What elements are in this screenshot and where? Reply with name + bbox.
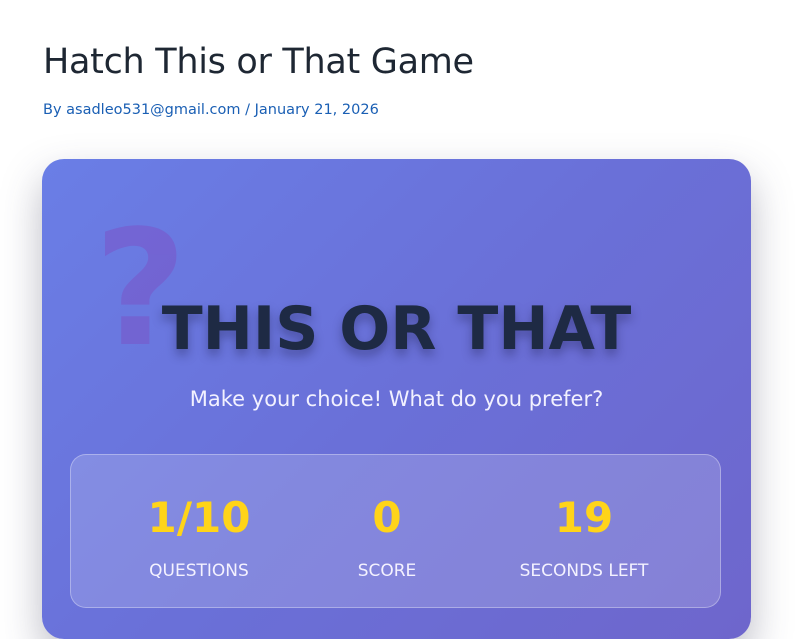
questions-stat: 1/10 QUESTIONS xyxy=(99,455,299,609)
seconds-left-label: SECONDS LEFT xyxy=(519,561,649,581)
post-meta: By asadleo531@gmail.com / January 21, 20… xyxy=(43,102,379,118)
score-stat: 0 SCORE xyxy=(314,455,460,609)
game-title: THIS OR THAT xyxy=(161,294,632,364)
seconds-left-value: 19 xyxy=(554,493,614,542)
questions-label: QUESTIONS xyxy=(149,561,249,581)
post-date-link[interactable]: January 21, 2026 xyxy=(255,102,379,118)
timer-stat: 19 SECONDS LEFT xyxy=(474,455,694,609)
byline-prefix: By xyxy=(43,102,67,118)
game-card: ? THIS OR THAT Make your choice! What do… xyxy=(42,159,751,639)
questions-count: 1/10 xyxy=(147,493,251,542)
stats-panel: 1/10 QUESTIONS 0 SCORE 19 SECONDS LEFT xyxy=(70,454,721,608)
author-link[interactable]: asadleo531@gmail.com xyxy=(66,102,240,118)
score-value: 0 xyxy=(372,493,402,542)
game-subtitle: Make your choice! What do you prefer? xyxy=(189,387,604,411)
score-label: SCORE xyxy=(357,561,417,581)
meta-separator: / xyxy=(240,102,255,118)
page-title: Hatch This or That Game xyxy=(43,42,474,82)
